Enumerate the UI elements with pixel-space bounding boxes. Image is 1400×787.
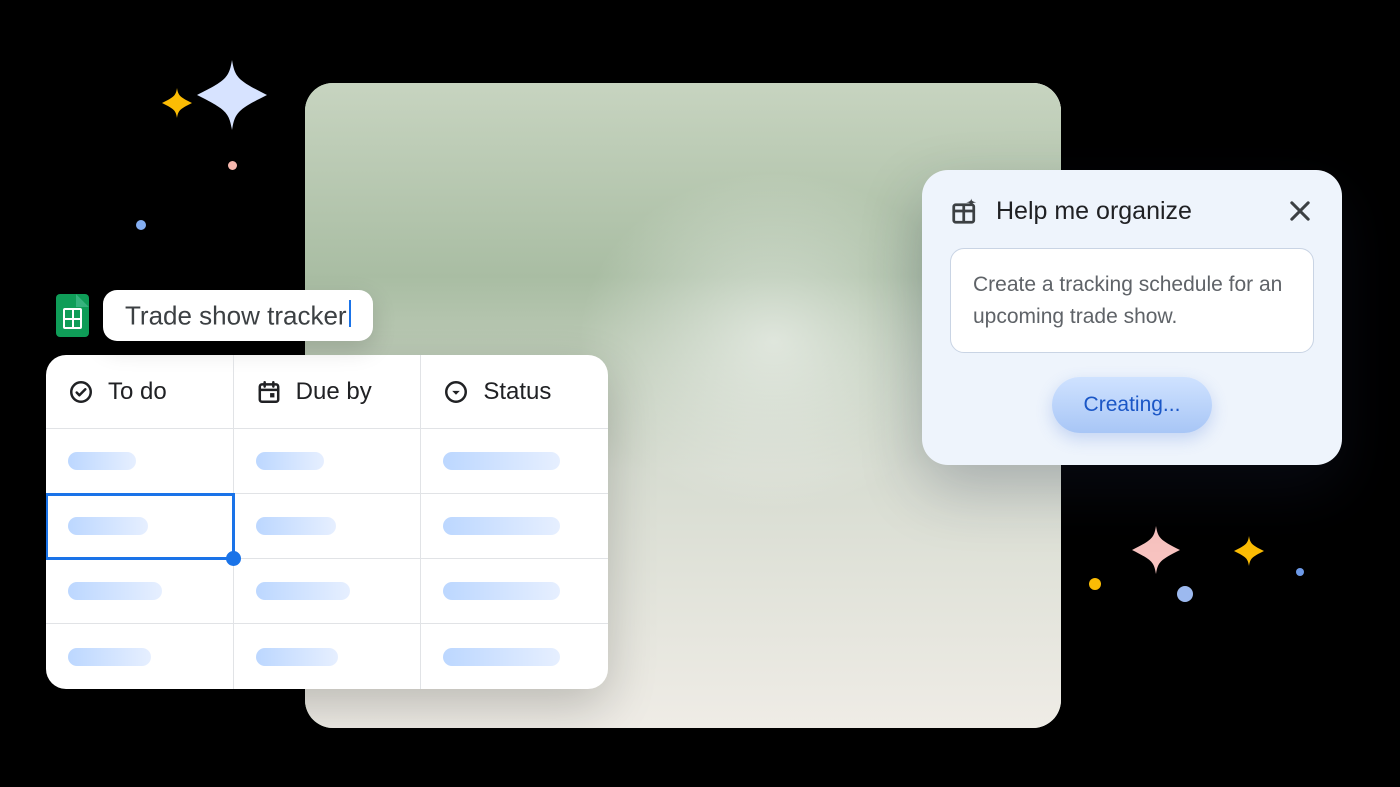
column-label: To do: [108, 378, 167, 406]
cell[interactable]: [234, 429, 422, 494]
column-label: Due by: [296, 378, 372, 406]
document-title-text: Trade show tracker: [125, 300, 347, 330]
placeholder-pill: [443, 582, 560, 600]
table-row: [46, 559, 608, 624]
sheets-app-icon: [56, 294, 89, 337]
prompt-text: Create a tracking schedule for an upcomi…: [973, 273, 1282, 328]
cell[interactable]: [46, 624, 234, 689]
dot-icon: [228, 161, 237, 170]
help-me-organize-panel: Help me organize Create a tracking sched…: [922, 170, 1342, 465]
placeholder-pill: [68, 648, 151, 666]
dot-icon: [136, 220, 146, 230]
cell[interactable]: [421, 559, 608, 624]
status-icon: [443, 379, 469, 405]
dot-icon: [1089, 578, 1101, 590]
column-header-dueby[interactable]: Due by: [234, 355, 422, 429]
sparkle-icon: [1234, 536, 1264, 571]
cell[interactable]: [421, 494, 608, 559]
table-row: [46, 429, 608, 494]
dot-icon: [1177, 586, 1193, 602]
close-button[interactable]: [1286, 197, 1314, 225]
placeholder-pill: [443, 517, 560, 535]
placeholder-pill: [256, 648, 339, 666]
calendar-icon: [256, 379, 282, 405]
text-caret: [349, 300, 351, 327]
cell[interactable]: [234, 559, 422, 624]
column-label: Status: [483, 378, 551, 406]
placeholder-pill: [256, 582, 350, 600]
cell[interactable]: [46, 429, 234, 494]
table-header-row: To do Due by Status: [46, 355, 608, 429]
placeholder-pill: [443, 648, 560, 666]
close-icon: [1286, 197, 1314, 225]
dot-icon: [1296, 568, 1304, 576]
cell[interactable]: [46, 559, 234, 624]
creating-button[interactable]: Creating...: [1052, 377, 1213, 433]
sparkle-icon: [162, 88, 192, 123]
sparkle-icon: [197, 60, 267, 135]
placeholder-pill: [256, 517, 336, 535]
document-title[interactable]: Trade show tracker: [103, 290, 373, 341]
cell[interactable]: [421, 429, 608, 494]
sparkle-icon: [1132, 526, 1180, 579]
placeholder-pill: [68, 452, 136, 470]
placeholder-pill: [256, 452, 324, 470]
cell[interactable]: [234, 494, 422, 559]
tracker-table[interactable]: To do Due by Status: [46, 355, 608, 689]
panel-title: Help me organize: [996, 197, 1270, 226]
prompt-input[interactable]: Create a tracking schedule for an upcomi…: [950, 248, 1314, 353]
column-header-todo[interactable]: To do: [46, 355, 234, 429]
check-circle-icon: [68, 379, 94, 405]
cell[interactable]: [421, 624, 608, 689]
cell-selected[interactable]: [46, 494, 234, 559]
placeholder-pill: [68, 517, 148, 535]
placeholder-pill: [443, 452, 560, 470]
placeholder-pill: [68, 582, 162, 600]
table-row: [46, 494, 608, 559]
column-header-status[interactable]: Status: [421, 355, 608, 429]
sheets-card: Trade show tracker To do Due by Status: [46, 290, 608, 689]
table-row: [46, 624, 608, 689]
cell[interactable]: [234, 624, 422, 689]
table-sparkle-icon: [950, 196, 980, 226]
